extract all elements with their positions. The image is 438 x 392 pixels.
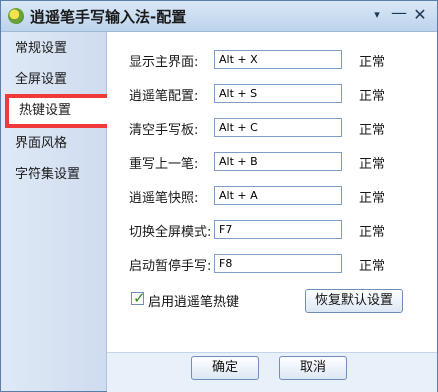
- hotkey-status-rewrite-stroke: 正常: [359, 157, 386, 172]
- restore-defaults-button[interactable]: 恢复默认设置: [305, 289, 403, 313]
- hotkey-label-snapshot: 逍遥笔快照:: [129, 191, 199, 206]
- hotkey-input-snapshot[interactable]: Alt + A: [214, 186, 342, 205]
- hotkey-status-config: 正常: [359, 89, 386, 104]
- enable-hotkeys-checkbox[interactable]: ✓: [131, 289, 146, 307]
- hotkey-label-rewrite-stroke: 重写上一笔:: [129, 157, 199, 172]
- sidebar: 常规设置 全屏设置 热键设置 界面风格 字符集设置: [1, 32, 117, 391]
- hotkey-label-clear-pad: 清空手写板:: [129, 123, 199, 138]
- sidebar-item-hotkeys[interactable]: 热键设置: [5, 94, 117, 128]
- app-logo-icon: [8, 8, 24, 24]
- config-window: 逍遥笔手写输入法-配置 ▾ — ✕ 常规设置 全屏设置 热键设置 界面风格 字符…: [0, 0, 438, 392]
- hotkey-input-show-main[interactable]: Alt + X: [214, 50, 342, 69]
- hotkey-input-rewrite-stroke[interactable]: Alt + B: [214, 152, 342, 171]
- sidebar-item-interface-style[interactable]: 界面风格: [1, 129, 106, 159]
- hotkey-settings-panel: 显示主界面: Alt + X 正常 逍遥笔配置: Alt + S 正常 清空手写…: [107, 32, 437, 352]
- hotkey-input-config[interactable]: Alt + S: [214, 84, 342, 103]
- hotkey-status-show-main: 正常: [359, 55, 386, 70]
- hotkey-status-fullscreen: 正常: [359, 225, 386, 240]
- ok-button[interactable]: 确定: [191, 356, 259, 380]
- hotkey-label-config: 逍遥笔配置:: [129, 89, 199, 104]
- sidebar-item-charset[interactable]: 字符集设置: [1, 160, 106, 190]
- sidebar-item-general[interactable]: 常规设置: [1, 34, 106, 64]
- hotkey-label-show-main: 显示主界面:: [129, 55, 199, 70]
- enable-hotkeys-label[interactable]: 启用逍遥笔热键: [148, 291, 239, 310]
- cancel-button[interactable]: 取消: [279, 356, 347, 380]
- hotkey-label-pause: 启动暂停手写:: [129, 259, 212, 274]
- title-bar[interactable]: 逍遥笔手写输入法-配置 ▾ — ✕: [1, 1, 437, 32]
- sidebar-item-fullscreen[interactable]: 全屏设置: [1, 65, 106, 95]
- window-title: 逍遥笔手写输入法-配置: [30, 8, 187, 26]
- dialog-footer: 确定 取消: [107, 352, 437, 392]
- menu-dropdown-icon[interactable]: ▾: [368, 6, 386, 24]
- hotkey-input-pause[interactable]: F8: [214, 254, 342, 273]
- hotkey-label-fullscreen: 切换全屏模式:: [129, 225, 212, 240]
- close-icon[interactable]: ✕: [411, 6, 429, 24]
- hotkey-status-snapshot: 正常: [359, 191, 386, 206]
- minimize-icon[interactable]: —: [390, 5, 408, 24]
- hotkey-input-clear-pad[interactable]: Alt + C: [214, 118, 342, 137]
- checkmark-icon: ✓: [133, 289, 146, 307]
- hotkey-input-fullscreen[interactable]: F7: [214, 220, 342, 239]
- hotkey-status-clear-pad: 正常: [359, 123, 386, 138]
- hotkey-status-pause: 正常: [359, 259, 386, 274]
